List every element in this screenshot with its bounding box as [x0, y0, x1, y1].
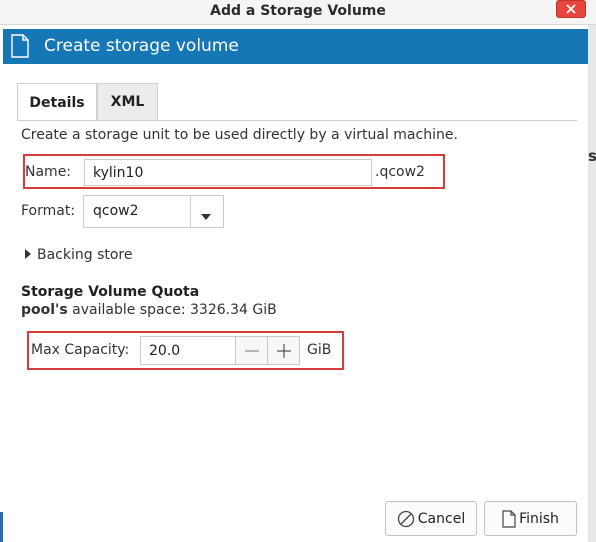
- backing-store-expander[interactable]: Backing store: [25, 247, 133, 263]
- close-button[interactable]: [556, 0, 586, 18]
- finish-label: Finish: [519, 510, 559, 527]
- minus-icon: [244, 349, 259, 352]
- window-titlebar: Add a Storage Volume: [0, 0, 596, 25]
- name-suffix: .qcow2: [375, 164, 425, 180]
- dropdown-arrow-icon: [201, 208, 211, 224]
- tab-xml[interactable]: XML: [97, 83, 158, 121]
- background-window-edge: [588, 0, 596, 542]
- dialog-description: Create a storage unit to be used directl…: [21, 127, 458, 143]
- format-select-divider: [190, 196, 191, 227]
- background-text: s: [588, 147, 596, 165]
- cancel-icon: [397, 510, 414, 527]
- increment-button[interactable]: [267, 336, 300, 365]
- max-capacity-input[interactable]: [140, 336, 235, 365]
- max-capacity-label: Max Capacity:: [31, 342, 130, 358]
- format-label: Format:: [21, 203, 76, 219]
- plus-icon: [276, 343, 291, 358]
- decrement-button[interactable]: [235, 336, 268, 365]
- format-value: qcow2: [93, 203, 139, 219]
- format-select[interactable]: qcow2: [83, 195, 224, 228]
- page-icon: [10, 34, 30, 62]
- quota-available-space: pool's available space: 3326.34 GiB: [21, 302, 277, 318]
- window-title: Add a Storage Volume: [210, 3, 386, 19]
- tab-details[interactable]: Details: [17, 83, 97, 121]
- name-label: Name:: [25, 164, 72, 180]
- tab-divider: [17, 120, 577, 121]
- dialog: Create storage volume Details XML Create…: [3, 25, 588, 542]
- close-icon: [566, 4, 576, 14]
- dialog-header-title: Create storage volume: [44, 36, 239, 56]
- expander-arrow-icon: [25, 247, 31, 263]
- backing-store-label: Backing store: [37, 247, 133, 263]
- capacity-unit: GiB: [307, 342, 332, 358]
- name-input[interactable]: [84, 159, 372, 186]
- name-row: Name: .qcow2: [23, 154, 445, 189]
- available-space-text: available space: 3326.34 GiB: [72, 302, 277, 318]
- finish-button[interactable]: Finish: [484, 501, 577, 536]
- dialog-header: Create storage volume: [3, 29, 588, 64]
- pool-name: pool's: [21, 302, 68, 318]
- quota-title: Storage Volume Quota: [21, 284, 200, 300]
- document-icon: [502, 509, 516, 528]
- max-capacity-row: Max Capacity: GiB: [27, 331, 344, 370]
- cancel-button[interactable]: Cancel: [385, 501, 477, 536]
- cancel-label: Cancel: [417, 510, 466, 527]
